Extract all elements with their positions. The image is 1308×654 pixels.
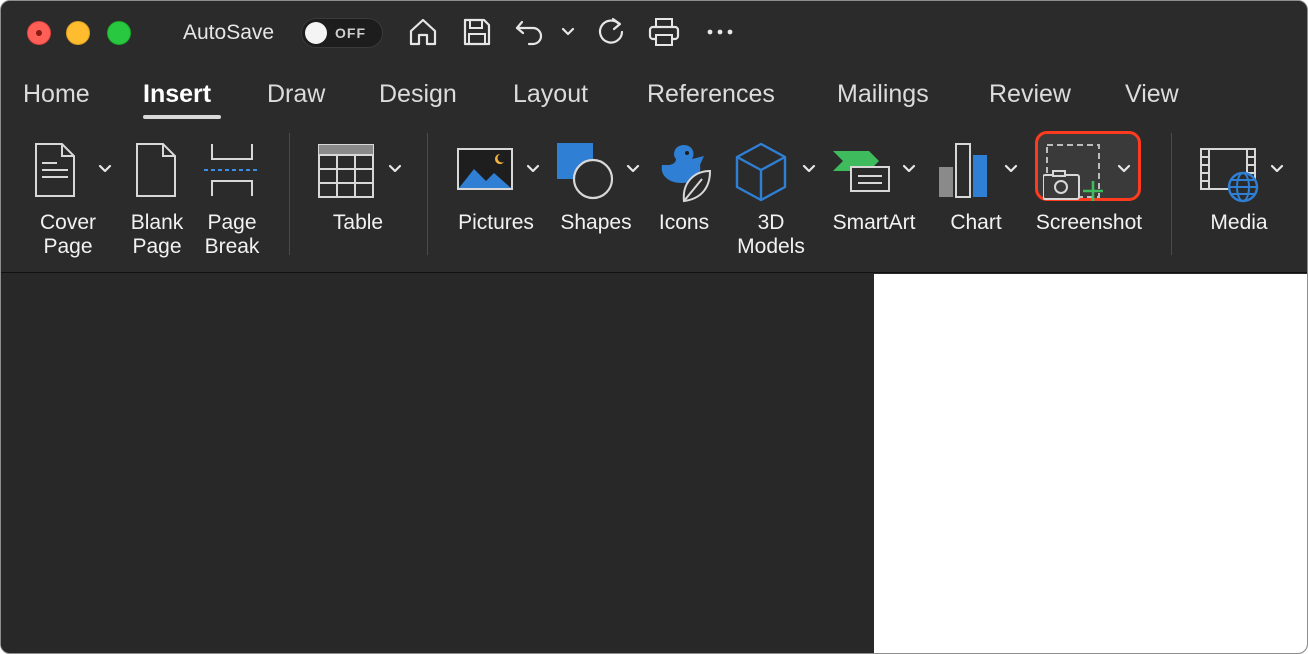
smartart-button[interactable]: SmartArt bbox=[827, 129, 927, 273]
autosave-toggle[interactable]: OFF bbox=[301, 18, 383, 48]
insert-ribbon: Cover Page Blank Page Page Break Table P… bbox=[1, 129, 1307, 273]
screenshot-label: Screenshot bbox=[1035, 211, 1143, 234]
document-page[interactable] bbox=[874, 274, 1307, 653]
chart-label: Chart bbox=[950, 211, 1002, 234]
3d-models-label-line1: 3D bbox=[757, 211, 785, 234]
cover-page-label-line2: Page bbox=[43, 235, 93, 258]
chevron-down-icon[interactable] bbox=[802, 164, 816, 174]
chevron-down-icon[interactable] bbox=[526, 164, 540, 174]
shapes-label: Shapes bbox=[560, 211, 632, 234]
icons-label: Icons bbox=[658, 211, 710, 234]
chevron-down-icon[interactable] bbox=[902, 164, 916, 174]
smartart-icon bbox=[831, 147, 893, 195]
media-icon bbox=[1199, 145, 1261, 203]
page-break-label-line2: Break bbox=[204, 235, 260, 258]
blank-page-icon bbox=[134, 141, 178, 199]
cover-page-button[interactable]: Cover Page bbox=[19, 129, 125, 273]
title-bar: AutoSave OFF bbox=[1, 1, 1307, 65]
tab-mailings[interactable]: Mailings bbox=[837, 79, 929, 109]
table-button[interactable]: Table bbox=[313, 129, 409, 273]
3d-models-icon bbox=[733, 141, 789, 203]
screenshot-button[interactable]: Screenshot bbox=[1029, 129, 1149, 273]
chevron-down-icon[interactable] bbox=[626, 164, 640, 174]
page-break-label-line1: Page bbox=[207, 211, 257, 234]
tab-layout[interactable]: Layout bbox=[513, 79, 588, 109]
blank-page-label-line1: Blank bbox=[130, 211, 184, 234]
chevron-down-icon[interactable] bbox=[1270, 164, 1284, 174]
tab-review[interactable]: Review bbox=[989, 79, 1071, 109]
document-canvas bbox=[1, 274, 1307, 653]
cover-page-icon bbox=[33, 141, 77, 199]
print-icon[interactable] bbox=[647, 15, 681, 49]
more-icon[interactable] bbox=[703, 15, 737, 49]
page-break-button[interactable]: Page Break bbox=[197, 129, 267, 273]
blank-page-button[interactable]: Blank Page bbox=[125, 129, 189, 273]
ribbon-separator bbox=[289, 133, 290, 255]
undo-dropdown-chevron-icon[interactable] bbox=[559, 23, 577, 41]
cover-page-label-line1: Cover bbox=[39, 211, 97, 234]
ribbon-separator bbox=[1171, 133, 1172, 255]
home-icon[interactable] bbox=[406, 15, 440, 49]
autosave-state: OFF bbox=[335, 25, 366, 41]
screenshot-icon bbox=[1043, 141, 1107, 201]
tab-view[interactable]: View bbox=[1125, 79, 1179, 109]
chart-button[interactable]: Chart bbox=[933, 129, 1025, 273]
save-icon[interactable] bbox=[460, 15, 494, 49]
pictures-icon bbox=[456, 147, 514, 191]
smartart-label: SmartArt bbox=[832, 211, 916, 234]
shapes-icon bbox=[555, 141, 617, 201]
page-break-icon bbox=[202, 141, 262, 199]
pictures-label: Pictures bbox=[458, 211, 534, 234]
media-label: Media bbox=[1210, 211, 1268, 234]
tab-references[interactable]: References bbox=[647, 79, 775, 109]
media-button[interactable]: Media bbox=[1197, 129, 1297, 273]
icons-button[interactable]: Icons bbox=[653, 129, 715, 273]
undo-icon[interactable] bbox=[513, 15, 547, 49]
pictures-button[interactable]: Pictures bbox=[453, 129, 547, 273]
ribbon-tabs: Home Insert Draw Design Layout Reference… bbox=[1, 65, 1307, 129]
chevron-down-icon[interactable] bbox=[1117, 164, 1131, 174]
tab-draw[interactable]: Draw bbox=[267, 79, 325, 109]
chart-icon bbox=[937, 141, 991, 199]
autosave-label: AutoSave bbox=[183, 21, 275, 44]
shapes-button[interactable]: Shapes bbox=[555, 129, 645, 273]
table-icon bbox=[317, 143, 375, 199]
chevron-down-icon[interactable] bbox=[388, 164, 402, 174]
minimize-window-button[interactable] bbox=[66, 21, 90, 45]
tab-insert[interactable]: Insert bbox=[143, 79, 211, 109]
word-window: AutoSave OFF Home Insert Draw Design Lay… bbox=[0, 0, 1308, 654]
chevron-down-icon[interactable] bbox=[98, 164, 112, 174]
zoom-window-button[interactable] bbox=[107, 21, 131, 45]
active-tab-indicator bbox=[143, 115, 221, 119]
tab-design[interactable]: Design bbox=[379, 79, 457, 109]
chevron-down-icon[interactable] bbox=[1004, 164, 1018, 174]
icons-icon bbox=[654, 141, 714, 203]
3d-models-label-line2: Models bbox=[737, 235, 805, 258]
blank-page-label-line2: Page bbox=[132, 235, 182, 258]
table-label: Table bbox=[332, 211, 384, 234]
toggle-knob bbox=[305, 22, 327, 44]
tab-home[interactable]: Home bbox=[23, 79, 90, 109]
redo-icon[interactable] bbox=[594, 15, 628, 49]
3d-models-button[interactable]: 3D Models bbox=[727, 129, 823, 273]
ribbon-separator bbox=[427, 133, 428, 255]
close-window-button[interactable] bbox=[27, 21, 51, 45]
